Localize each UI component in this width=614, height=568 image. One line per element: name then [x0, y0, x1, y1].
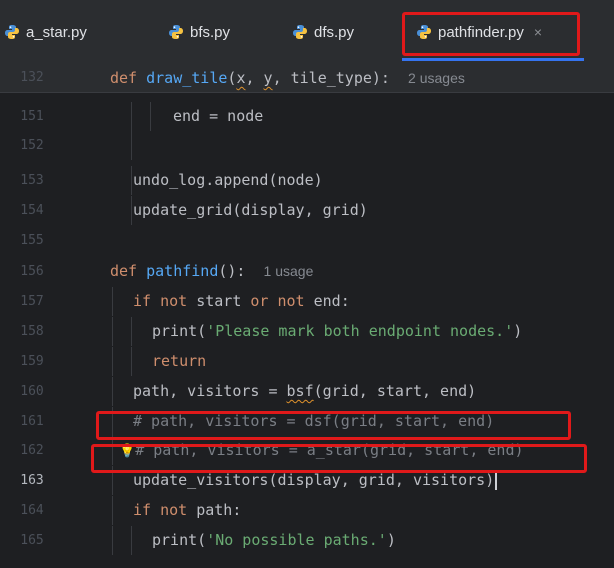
code-token: ) [386, 531, 396, 549]
tab-label: a_star.py [26, 23, 87, 41]
line-number: 162 [20, 443, 44, 458]
code-line: 154 update_grid(display, grid) [0, 196, 614, 225]
line-number: 157 [20, 294, 44, 309]
code-editor: a_star.py bfs.py dfs.py pathfinder.py × … [0, 0, 614, 568]
code-token: (): [218, 262, 246, 280]
code-token: , [245, 69, 264, 87]
code-line: 156 def pathfind(): 1 usage [0, 257, 614, 286]
line-number: 165 [20, 533, 44, 548]
code-text: undo_log.append(node) [133, 171, 323, 189]
code-text: if not path: [133, 496, 241, 525]
line-number: 161 [20, 414, 44, 429]
code-line: 152 [0, 131, 614, 160]
close-icon[interactable]: × [534, 24, 542, 40]
code-line: 155 [0, 226, 614, 255]
keyword: if not [133, 292, 188, 310]
tab-a-star-py[interactable]: a_star.py [4, 16, 87, 48]
code-text: end = node [173, 107, 264, 125]
tab-pathfinder-py[interactable]: pathfinder.py × [416, 16, 542, 48]
code-text: update_grid(display, grid) [133, 201, 368, 219]
keyword: return [152, 352, 207, 370]
code-token: start [187, 292, 251, 310]
code-token: path: [187, 501, 242, 519]
code-line: 161 # path, visitors = dsf(grid, start, … [0, 407, 614, 436]
code-text: update_visitors(display, grid, visitors) [133, 466, 498, 495]
function-name: pathfind [146, 262, 219, 280]
code-text: print('Please mark both endpoint nodes.'… [152, 317, 522, 346]
python-file-icon [169, 25, 183, 39]
code-token: end: [304, 292, 350, 310]
misspelled-function-call[interactable]: bsf [287, 382, 314, 400]
line-number: 152 [20, 138, 44, 153]
function-name: draw_tile [146, 69, 228, 87]
code-token: ) [513, 322, 523, 340]
sticky-scope-header[interactable]: 132 def draw_tile(x, y, tile_type): 2 us… [0, 64, 614, 93]
line-number: 159 [20, 354, 44, 369]
line-number: 158 [20, 324, 44, 339]
code-text: def pathfind(): 1 usage [110, 257, 313, 286]
code-text: def draw_tile(x, y, tile_type): 2 usages [110, 64, 465, 92]
tab-dfs-py[interactable]: dfs.py [292, 16, 354, 48]
code-line: 164 if not path: [0, 496, 614, 525]
code-line: 159 return [0, 347, 614, 376]
line-number: 163 [20, 473, 44, 488]
tab-label: dfs.py [314, 23, 355, 41]
tab-label: bfs.py [190, 23, 231, 41]
code-line: 158 print('Please mark both endpoint nod… [0, 317, 614, 346]
line-number: 154 [20, 203, 44, 218]
active-tab-indicator [402, 58, 584, 61]
param-y: y [263, 69, 273, 87]
line-number: 160 [20, 384, 44, 399]
line-number: 156 [20, 264, 44, 279]
python-file-icon [293, 25, 307, 39]
code-line-current: 163 update_visitors(display, grid, visit… [0, 466, 614, 495]
code-token: update_visitors(display, grid, visitors) [133, 471, 495, 489]
comment: # path, visitors = dsf(grid, start, end) [133, 412, 495, 430]
keyword: if not [133, 501, 188, 519]
line-number: 153 [20, 173, 44, 188]
string-literal: 'No possible paths.' [206, 531, 387, 549]
line-number: 155 [20, 233, 44, 248]
tab-label: pathfinder.py [438, 23, 524, 41]
keyword: def [110, 69, 138, 87]
code-token: print( [152, 322, 207, 340]
code-line: 160 path, visitors = bsf(grid, start, en… [0, 377, 614, 406]
code-token: (grid, start, end) [313, 382, 477, 400]
code-line: 162 💡# path, visitors = a_star(grid, sta… [0, 436, 614, 465]
editor-tab-bar: a_star.py bfs.py dfs.py pathfinder.py × [0, 0, 614, 64]
line-number: 132 [20, 70, 44, 85]
code-line: 165 print('No possible paths.') [0, 526, 614, 555]
usages-hint[interactable]: 2 usages [408, 70, 465, 86]
usages-hint[interactable]: 1 usage [264, 263, 314, 279]
keyword: or not [250, 292, 305, 310]
keyword: def [110, 262, 138, 280]
code-text: path, visitors = bsf(grid, start, end) [133, 377, 476, 406]
code-token: print( [152, 531, 207, 549]
code-text: 💡# path, visitors = a_star(grid, start, … [119, 436, 524, 466]
code-line: 151 end = node [0, 102, 614, 131]
python-file-icon [5, 25, 19, 39]
lightbulb-icon[interactable]: 💡 [119, 444, 135, 459]
code-token: path, visitors = [133, 382, 287, 400]
line-number: 164 [20, 503, 44, 518]
code-area[interactable]: 151 end = node 152 153 undo_log.append(n… [0, 92, 614, 568]
code-token: , tile_type): [272, 69, 390, 87]
python-file-icon [417, 25, 431, 39]
line-number: 151 [20, 109, 44, 124]
code-text: print('No possible paths.') [152, 526, 396, 555]
code-line: 157 if not start or not end: [0, 287, 614, 316]
code-text: if not start or not end: [133, 287, 350, 316]
string-literal: 'Please mark both endpoint nodes.' [206, 322, 514, 340]
tab-bfs-py[interactable]: bfs.py [168, 16, 230, 48]
text-caret [495, 471, 498, 490]
comment: # path, visitors = a_star(grid, start, e… [135, 441, 524, 459]
code-line: 153 undo_log.append(node) [0, 166, 614, 195]
